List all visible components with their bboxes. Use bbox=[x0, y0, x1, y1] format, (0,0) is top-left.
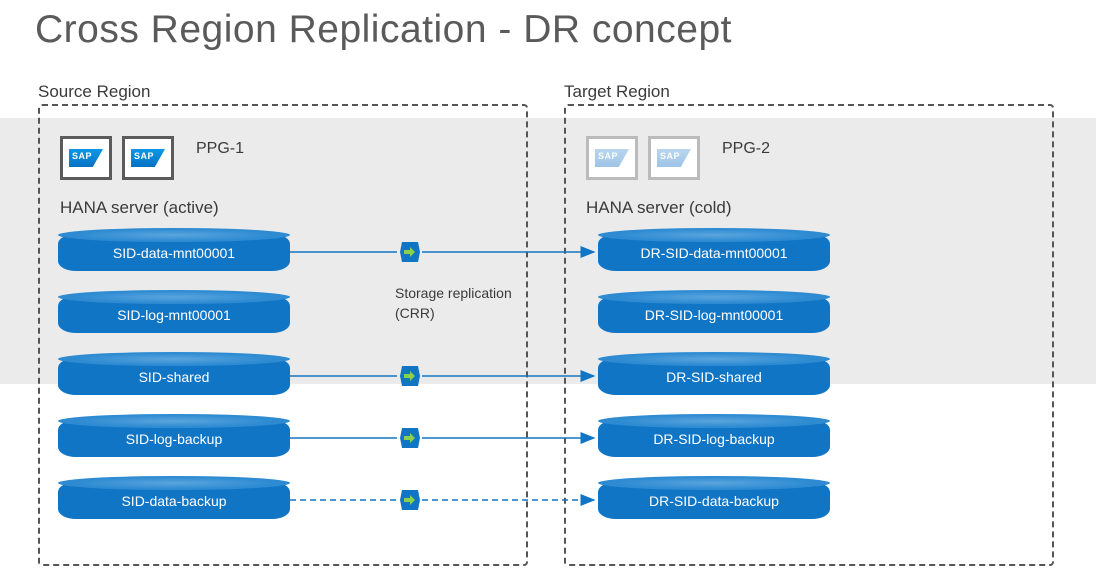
sap-logo-icon: SAP bbox=[657, 149, 691, 167]
replication-icon bbox=[398, 488, 422, 512]
sap-vm-cold-icon: SAP bbox=[586, 136, 638, 180]
sap-logo-icon: SAP bbox=[595, 149, 629, 167]
source-disk: SID-data-mnt00001 bbox=[58, 234, 290, 271]
replication-label: Storage replication (CRR) bbox=[395, 284, 512, 323]
hana-source-label: HANA server (active) bbox=[60, 198, 219, 218]
replication-icon bbox=[398, 240, 422, 264]
source-disk: SID-log-backup bbox=[58, 420, 290, 457]
target-disk: DR-SID-data-backup bbox=[598, 482, 830, 519]
source-disk: SID-log-mnt00001 bbox=[58, 296, 290, 333]
sap-logo-icon: SAP bbox=[131, 149, 165, 167]
sap-vm-icon: SAP bbox=[60, 136, 112, 180]
sap-vm-icon: SAP bbox=[122, 136, 174, 180]
page-title: Cross Region Replication - DR concept bbox=[35, 8, 732, 52]
source-region-label: Source Region bbox=[38, 82, 150, 102]
source-disk: SID-data-backup bbox=[58, 482, 290, 519]
target-disk: DR-SID-log-mnt00001 bbox=[598, 296, 830, 333]
source-disk: SID-shared bbox=[58, 358, 290, 395]
ppg-source-label: PPG-1 bbox=[196, 140, 244, 158]
replication-icon bbox=[398, 364, 422, 388]
ppg-target-label: PPG-2 bbox=[722, 140, 770, 158]
target-disk: DR-SID-data-mnt00001 bbox=[598, 234, 830, 271]
target-disk: DR-SID-shared bbox=[598, 358, 830, 395]
replication-icon bbox=[398, 426, 422, 450]
sap-vm-cold-icon: SAP bbox=[648, 136, 700, 180]
target-region-label: Target Region bbox=[564, 82, 670, 102]
hana-target-label: HANA server (cold) bbox=[586, 198, 731, 218]
target-disk: DR-SID-log-backup bbox=[598, 420, 830, 457]
sap-logo-icon: SAP bbox=[69, 149, 103, 167]
